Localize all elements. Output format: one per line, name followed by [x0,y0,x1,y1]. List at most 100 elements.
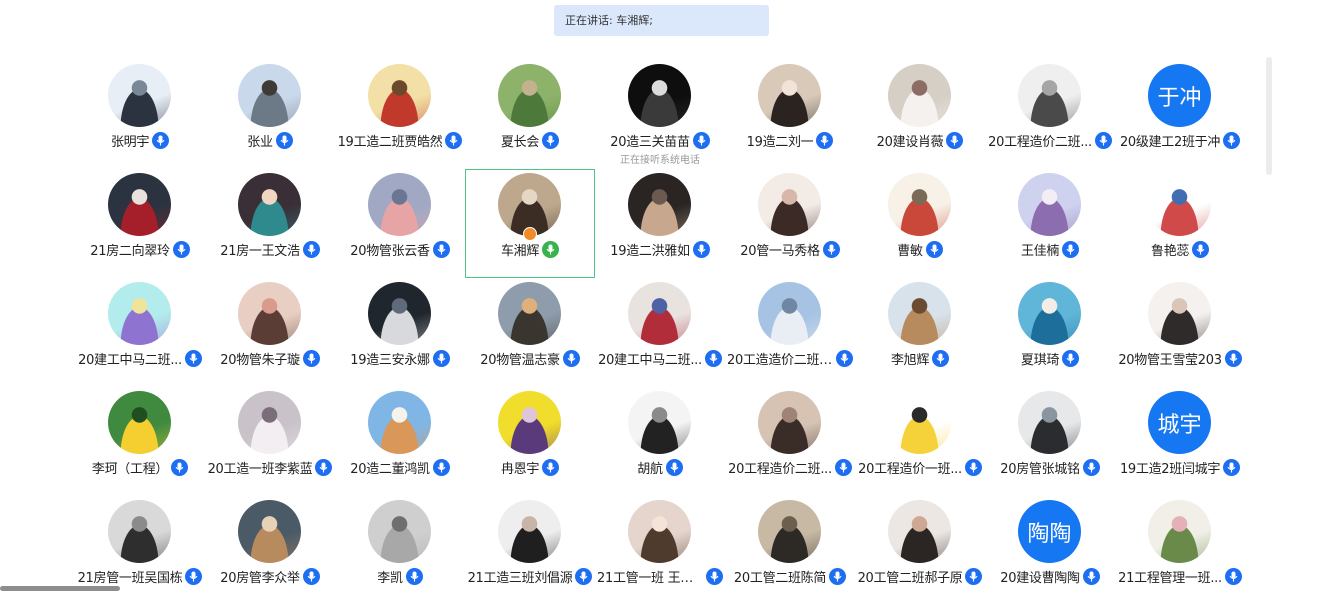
participant-tile[interactable]: 张明宇 [75,60,205,169]
participant-name-row: 张业 [205,131,335,150]
participant-tile[interactable]: 20工管二班陈简 [725,496,855,605]
horizontal-scrollbar[interactable] [0,586,120,591]
participant-tile[interactable]: 20工程造价二班... [985,60,1115,169]
participant-tile[interactable]: 19造二洪雅如 [595,169,725,278]
microphone-icon [1062,350,1080,367]
participant-tile[interactable]: 夏琪琦 [985,278,1115,387]
participant-name-row: 张明宇 [75,131,205,150]
speaking-indicator: 正在讲话: 车湘辉; [554,5,769,36]
participant-name-row: 20房管张城铭 [985,458,1115,477]
participant-tile[interactable]: 20物管温志豪 [465,278,595,387]
microphone-icon [542,132,560,149]
participant-name-row: 19工造2班闫城宇 [1115,458,1245,477]
avatar [628,391,691,454]
participant-name: 张明宇 [110,135,150,150]
participant-name-row: 20工程造价二班... [985,131,1115,150]
avatar [628,282,691,345]
participant-name: 20建设曹陶陶 [1000,571,1080,586]
participant-tile[interactable]: 20建工中马二班... [595,278,725,387]
participant-name: 夏长会 [500,135,540,150]
microphone-icon [692,132,710,149]
participant-tile[interactable]: 19造二刘一 [725,60,855,169]
avatar [368,500,431,563]
avatar [498,391,561,454]
participant-tile[interactable]: 鲁艳蕊 [1115,169,1245,278]
participant-tile[interactable]: 20建设肖薇 [855,60,985,169]
vertical-scrollbar[interactable] [1266,57,1272,175]
participant-name-row: 20物管朱子璇 [205,349,335,368]
microphone-icon [946,132,964,149]
participant-tile[interactable]: 21工造三班刘倡源 [465,496,595,605]
participant-tile[interactable]: 胡航 [595,387,725,496]
participant-tile[interactable]: 19造三安永娜 [335,278,465,387]
participant-tile[interactable]: 于冲 20级建工2班于冲 [1115,60,1245,169]
participant-tile[interactable]: 冉恩宇 [465,387,595,496]
participant-tile[interactable]: 李凯 [335,496,465,605]
participant-tile[interactable]: 20工造造价二班范立... [725,278,855,387]
participant-tile[interactable]: 20建工中马二班... [75,278,205,387]
participant-name-row: 李旭辉 [855,349,985,368]
microphone-icon [1223,459,1241,476]
microphone-icon [704,350,722,367]
microphone-icon [834,459,852,476]
microphone-icon [575,568,593,585]
participant-tile[interactable]: 21工管一班 王凯... [595,496,725,605]
microphone-icon [706,568,723,585]
participant-tile[interactable]: 曹敏 [855,169,985,278]
participant-tile[interactable]: 19工造二班贾皓然 [335,60,465,169]
participant-tile[interactable]: 20物管张云香 [335,169,465,278]
participant-tile[interactable]: 王佳楠 [985,169,1115,278]
participant-tile[interactable]: 20造二董鸿凯 [335,387,465,496]
participant-name-row: 20建工中马二班... [75,349,205,368]
participant-tile[interactable]: 21房一王文浩 [205,169,335,278]
participant-name-row: 20造三关苗苗 [595,131,725,150]
participant-tile[interactable]: 车湘辉 [465,169,595,278]
participant-name-row: 20管一马秀格 [725,240,855,259]
participant-name: 19造二刘一 [746,135,814,150]
participant-name: 19造二洪雅如 [610,244,690,259]
microphone-icon [185,568,203,585]
participant-tile[interactable]: 陶陶 20建设曹陶陶 [985,496,1115,605]
participant-tile[interactable]: 21房二向翠玲 [75,169,205,278]
participant-name: 21工造三班刘倡源 [467,571,573,586]
participant-tile[interactable]: 20管一马秀格 [725,169,855,278]
participant-name: 20工管二班陈简 [733,571,827,586]
participant-tile[interactable]: 李旭辉 [855,278,985,387]
avatar [238,282,301,345]
participant-name-row: 19造三安永娜 [335,349,465,368]
avatar [368,391,431,454]
participant-name-row: 曹敏 [855,240,985,259]
avatar [758,282,821,345]
participant-name-row: 21工程管理一班... [1115,567,1245,586]
participant-name: 19工造2班闫城宇 [1119,462,1221,477]
participant-name: 张业 [247,135,273,150]
participant-tile[interactable]: 20房管李众举 [205,496,335,605]
avatar: 于冲 [1148,64,1211,127]
participant-name-row: 鲁艳蕊 [1115,240,1245,259]
participant-tile[interactable]: 张业 [205,60,335,169]
participant-name-row: 20造二董鸿凯 [335,458,465,477]
participant-tile[interactable]: 城宇 19工造2班闫城宇 [1115,387,1245,496]
avatar [888,500,951,563]
participant-tile[interactable]: 夏长会 [465,60,595,169]
participant-tile[interactable]: 20房管张城铭 [985,387,1115,496]
avatar [108,391,171,454]
avatar [498,64,561,127]
participant-tile[interactable]: 20物管朱子璇 [205,278,335,387]
participant-tile[interactable]: 20工程造价二班... [725,387,855,496]
participant-tile[interactable]: 20工管二班郝子原 [855,496,985,605]
microphone-icon [432,241,450,258]
participant-tile[interactable]: 20工程造价一班... [855,387,985,496]
participant-name-row: 夏琪琦 [985,349,1115,368]
participant-tile[interactable]: 20工造一班李紫蓝 [205,387,335,496]
participant-tile[interactable]: 21工程管理一班... [1115,496,1245,605]
participant-tile[interactable]: 李珂（工程） [75,387,205,496]
microphone-icon [542,459,560,476]
microphone-icon [315,459,333,476]
microphone-icon [692,241,710,258]
participant-tile[interactable]: 20造三关苗苗正在接听系统电话 [595,60,725,169]
avatar [368,64,431,127]
participant-tile[interactable]: 20物管王雪莹203 [1115,278,1245,387]
participant-status: 正在接听系统电话 [620,155,700,166]
microphone-icon [542,240,560,258]
